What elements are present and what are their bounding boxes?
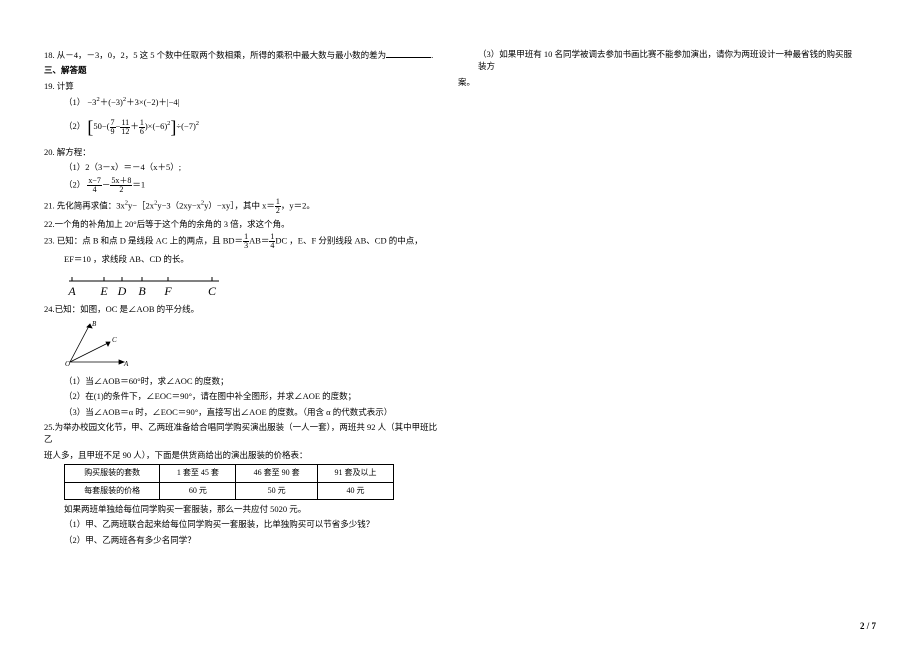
q20-p1: （1）2（3－x）＝－4（x＋5）; xyxy=(44,161,440,173)
q18-text: 从－4，－3，0，2，5 这 5 个数中任取两个数相乘，所得的乘积中最大数与最小… xyxy=(57,50,386,60)
svg-text:O: O xyxy=(65,360,70,368)
q25-line3: 如果两班单独给每位同学购买一套服装，那么一共应付 5020 元。 xyxy=(44,503,440,515)
q25-p3: （3）如果甲班有 10 名同学被调去参加书画比赛不能参加演出，请你为两班设计一种… xyxy=(458,48,854,73)
pt-A: A xyxy=(67,284,76,298)
q24-p2: （2）在(1)的条件下，∠EOC＝90°，请在图中补全图形，并求∠AOE 的度数… xyxy=(44,390,440,402)
q22: 22.一个角的补角加上 20°后等于这个角的余角的 3 倍，求这个角。 xyxy=(44,218,440,230)
svg-text:C: C xyxy=(112,336,117,344)
q20-title: 20. 解方程： xyxy=(44,146,440,158)
pt-E: E xyxy=(99,284,108,298)
q24-p1: （1）当∠AOB＝60°时，求∠AOC 的度数； xyxy=(44,375,440,387)
section-3-title: 三、解答题 xyxy=(44,64,440,76)
pt-C: C xyxy=(208,284,217,298)
price-table: 购买服装的套数1 套至 45 套46 套至 90 套91 套及以上 每套服装的价… xyxy=(64,464,394,500)
q25-p2: （2）甲、乙两班各有多少名同学？ xyxy=(44,534,440,546)
q20-p2: （2） x−74－5x＋82＝1 xyxy=(44,177,440,194)
page-footer: 2 / 7 xyxy=(860,620,876,633)
q18-num: 18. xyxy=(44,50,55,60)
table-row: 购买服装的套数1 套至 45 套46 套至 90 套91 套及以上 xyxy=(65,464,394,482)
q25-p1: （1）甲、乙两班联合起来给每位同学购买一套服装，比单独购买可以节省多少钱？ xyxy=(44,518,440,530)
q19-p1: （1） −32＋(−3)2＋3×(−2)＋|−4| xyxy=(44,95,440,108)
q23-line1: 23. 已知：点 B 和点 D 是线段 AC 上的两点，且 BD＝13AB＝14… xyxy=(44,233,440,250)
number-line: A E D B F C xyxy=(64,271,440,299)
q25-p3b: 案。 xyxy=(458,76,854,88)
q23-line2: EF＝10 ，求线段 AB、CD 的长。 xyxy=(44,253,440,265)
svg-text:A: A xyxy=(123,360,129,368)
q21: 21. 先化简再求值：3x2y−［2x2y−3（2xy−x2y）−xy］，其中 … xyxy=(44,198,440,215)
q19-p2: （2） [50−(79−1112＋16)×(−6)2]÷(−7)2 xyxy=(44,114,440,140)
blank xyxy=(386,48,431,58)
pt-F: F xyxy=(163,284,172,298)
pt-D: D xyxy=(117,284,127,298)
table-row: 每套服装的价格60 元50 元40 元 xyxy=(65,482,394,500)
pt-B: B xyxy=(138,284,146,298)
q24-title: 24.已知：如图，OC 是∠AOB 的平分线。 xyxy=(44,303,440,315)
q25-line1: 25.为举办校园文化节，甲、乙两班准备给合唱同学购买演出服装（一人一套），两班共… xyxy=(44,421,440,446)
q18: 18. 从－4，－3，0，2，5 这 5 个数中任取两个数相乘，所得的乘积中最大… xyxy=(44,48,440,61)
svg-text:B: B xyxy=(92,320,97,328)
q24-p3: （3）当∠AOB＝α 时，∠EOC＝90°，直接写出∠AOE 的度数。（用含 α… xyxy=(44,406,440,418)
q19-title: 19. 计算 xyxy=(44,80,440,92)
angle-diagram: B C O A xyxy=(62,320,440,371)
q25-line2: 班人多，且甲班不足 90 人），下面是供货商给出的演出服装的价格表： xyxy=(44,449,440,461)
